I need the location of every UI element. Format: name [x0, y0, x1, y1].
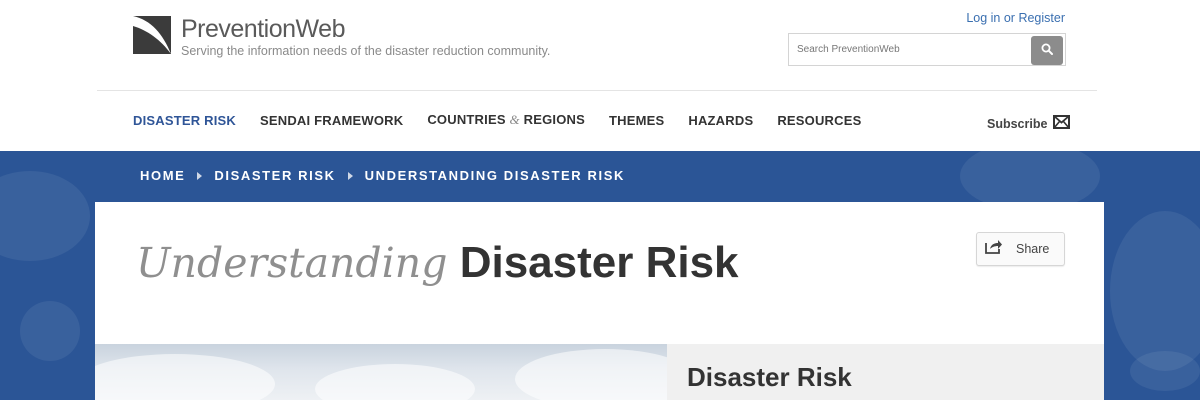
breadcrumb-current: UNDERSTANDING DISASTER RISK — [364, 168, 625, 183]
login-register-link[interactable]: Log in or Register — [966, 11, 1065, 25]
nav-countries-label: COUNTRIES — [427, 112, 510, 127]
breadcrumb-home[interactable]: HOME — [140, 168, 185, 183]
logo-name: PreventionWeb — [181, 15, 345, 43]
page-title-emphasis: Understanding — [136, 239, 448, 287]
nav-item-countries-regions[interactable]: COUNTRIES & REGIONS — [427, 112, 585, 128]
search-input[interactable] — [789, 34, 1029, 65]
content-card: Understanding Disaster Risk Share Disast… — [95, 202, 1104, 400]
breadcrumb-chevron-icon — [347, 171, 353, 180]
side-panel-title: Disaster Risk — [687, 362, 852, 392]
nav-item-resources[interactable]: RESOURCES — [777, 113, 861, 128]
header-divider — [97, 90, 1097, 91]
subscribe-link[interactable]: Subscribe — [987, 115, 1071, 132]
share-icon — [985, 239, 1003, 259]
search-icon — [1041, 42, 1053, 60]
search-button[interactable] — [1031, 36, 1063, 65]
subscribe-label: Subscribe — [987, 116, 1048, 131]
nav-item-hazards[interactable]: HAZARDS — [688, 113, 753, 128]
main-nav: DISASTER RISK SENDAI FRAMEWORK COUNTRIES… — [133, 112, 885, 128]
breadcrumb: HOME DISASTER RISK UNDERSTANDING DISASTE… — [140, 168, 625, 183]
search-box — [788, 33, 1066, 66]
nav-ampersand: & — [509, 112, 520, 127]
breadcrumb-chevron-icon — [197, 171, 203, 180]
hero-photo — [95, 344, 667, 400]
nav-item-sendai-framework[interactable]: SENDAI FRAMEWORK — [260, 113, 403, 128]
logo-mark-icon — [133, 16, 171, 54]
logo-tagline: Serving the information needs of the dis… — [181, 44, 551, 58]
site-logo[interactable]: PreventionWeb Serving the information ne… — [133, 16, 550, 58]
breadcrumb-disaster-risk[interactable]: DISASTER RISK — [214, 168, 335, 183]
share-label: Share — [1016, 242, 1050, 256]
nav-regions-label: REGIONS — [519, 112, 585, 127]
site-header: PreventionWeb Serving the information ne… — [0, 0, 1200, 92]
nav-item-disaster-risk[interactable]: DISASTER RISK — [133, 113, 236, 128]
nav-item-themes[interactable]: THEMES — [609, 113, 664, 128]
share-button[interactable]: Share — [976, 232, 1065, 266]
envelope-icon — [1047, 115, 1071, 132]
page-title: Understanding Disaster Risk — [136, 236, 739, 290]
page-title-strong: Disaster Risk — [459, 238, 739, 287]
side-panel: Disaster Risk — [667, 344, 1104, 400]
